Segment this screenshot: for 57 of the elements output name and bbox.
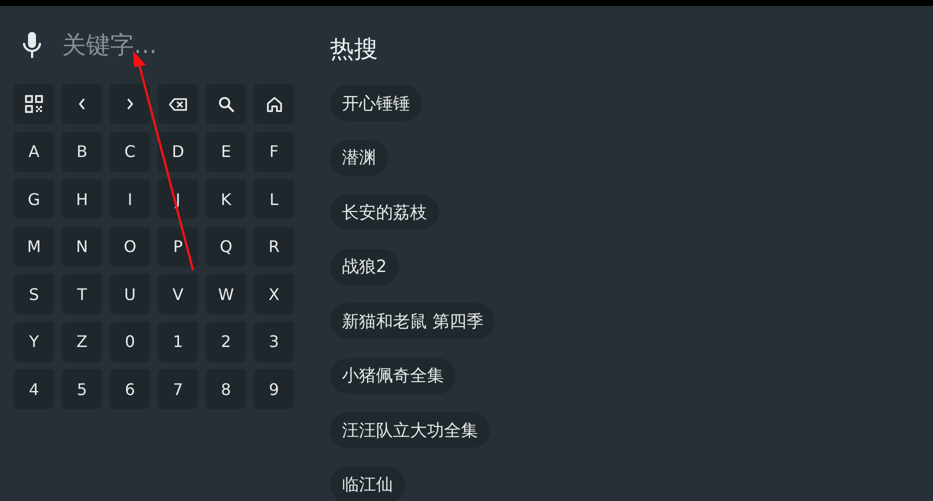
letter-key[interactable]: P xyxy=(158,226,198,266)
letter-key[interactable]: G xyxy=(14,179,54,219)
letter-key[interactable]: B xyxy=(62,132,102,172)
letter-key[interactable]: 1 xyxy=(158,322,198,362)
letter-key[interactable]: O xyxy=(110,226,150,266)
search-suggestion[interactable]: 临江仙 xyxy=(330,466,405,501)
letter-key[interactable]: M xyxy=(14,226,54,266)
backspace-key[interactable] xyxy=(158,84,198,124)
chevron-right-icon xyxy=(125,97,135,111)
letter-key[interactable]: F xyxy=(254,132,294,172)
search-key[interactable] xyxy=(206,84,246,124)
letter-key[interactable]: W xyxy=(206,274,246,314)
search-icon xyxy=(218,96,234,112)
letter-key[interactable]: T xyxy=(62,274,102,314)
letter-key[interactable]: 0 xyxy=(110,322,150,362)
letter-key[interactable]: Z xyxy=(62,322,102,362)
letter-key[interactable]: Y xyxy=(14,322,54,362)
chevron-left-icon xyxy=(77,97,87,111)
search-suggestion[interactable]: 开心锤锤 xyxy=(330,85,422,121)
letter-key[interactable]: 7 xyxy=(158,369,198,409)
section-title: 热搜 xyxy=(330,34,379,65)
search-suggestion[interactable]: 潜渊 xyxy=(330,140,388,176)
backspace-icon xyxy=(168,96,188,112)
search-suggestion[interactable]: 新猫和老鼠 第四季 xyxy=(330,303,496,339)
qr-code-icon xyxy=(25,95,43,113)
letter-key[interactable]: V xyxy=(158,274,198,314)
letter-key[interactable]: I xyxy=(110,179,150,219)
letter-key[interactable]: U xyxy=(110,274,150,314)
search-suggestion[interactable]: 小猪佩奇全集 xyxy=(330,358,456,394)
letter-key[interactable]: 9 xyxy=(254,369,294,409)
right-key[interactable] xyxy=(110,84,150,124)
letter-key[interactable]: 2 xyxy=(206,322,246,362)
search-suggestion[interactable]: 战狼2 xyxy=(330,248,399,284)
letter-key[interactable]: 5 xyxy=(62,369,102,409)
letter-key[interactable]: E xyxy=(206,132,246,172)
search-suggestion[interactable]: 汪汪队立大功全集 xyxy=(330,412,490,448)
letter-key[interactable]: R xyxy=(254,226,294,266)
microphone-icon xyxy=(22,31,42,59)
letter-key[interactable]: C xyxy=(110,132,150,172)
qr-key[interactable] xyxy=(14,84,54,124)
letter-key[interactable]: 4 xyxy=(14,369,54,409)
search-suggestion[interactable]: 长安的荔枝 xyxy=(330,194,439,230)
letter-key[interactable]: K xyxy=(206,179,246,219)
letter-key[interactable]: S xyxy=(14,274,54,314)
letter-key[interactable]: 6 xyxy=(110,369,150,409)
letter-key[interactable]: 8 xyxy=(206,369,246,409)
letter-key[interactable]: D xyxy=(158,132,198,172)
letter-key[interactable]: X xyxy=(254,274,294,314)
letter-key[interactable]: A xyxy=(14,132,54,172)
search-field[interactable]: 关键字... xyxy=(62,31,282,59)
letter-key[interactable]: 3 xyxy=(254,322,294,362)
letter-key[interactable]: L xyxy=(254,179,294,219)
letter-key[interactable]: N xyxy=(62,226,102,266)
home-icon xyxy=(266,96,282,112)
home-key[interactable] xyxy=(254,84,294,124)
letter-key[interactable]: Q xyxy=(206,226,246,266)
letter-key[interactable]: H xyxy=(62,179,102,219)
